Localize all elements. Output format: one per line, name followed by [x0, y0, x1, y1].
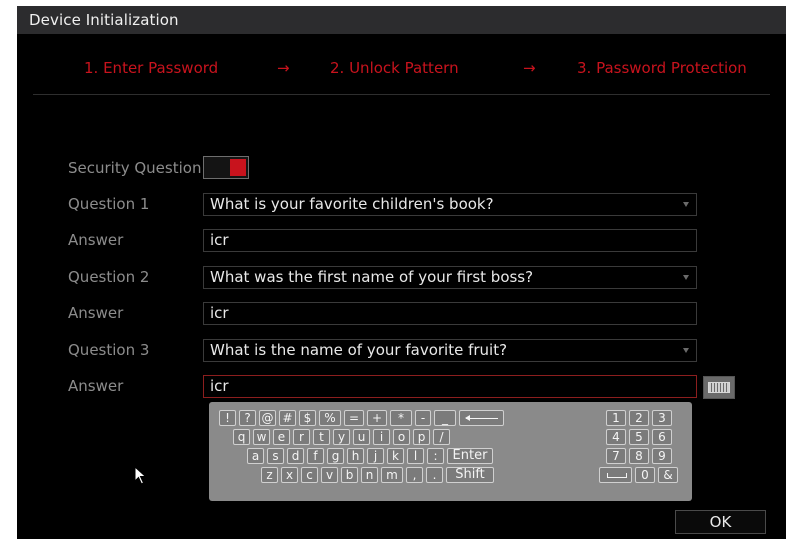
key[interactable]: @ [259, 410, 276, 426]
key[interactable]: = [344, 410, 364, 426]
title-bar: Device Initialization [17, 6, 786, 34]
key[interactable]: & [658, 467, 678, 483]
key[interactable]: 9 [652, 448, 672, 464]
header-divider [33, 94, 770, 95]
key[interactable]: , [406, 467, 423, 483]
backspace-icon [465, 415, 498, 421]
key[interactable]: 2 [629, 410, 649, 426]
key[interactable]: c [301, 467, 318, 483]
key[interactable]: r [293, 429, 310, 445]
answer-1-input[interactable]: icr [203, 229, 697, 252]
answer-3-label: Answer [68, 377, 124, 395]
key[interactable]: b [341, 467, 358, 483]
key[interactable]: # [279, 410, 296, 426]
key[interactable]: . [426, 467, 443, 483]
question-2-value: What was the first name of your first bo… [210, 268, 534, 286]
security-question-toggle[interactable] [203, 156, 249, 179]
answer-2-value: icr [210, 304, 229, 322]
step-unlock-pattern: 2. Unlock Pattern [330, 59, 459, 77]
answer-1-value: icr [210, 231, 229, 249]
question-3-value: What is the name of your favorite fruit? [210, 341, 508, 359]
key[interactable]: j [367, 448, 384, 464]
answer-2-label: Answer [68, 304, 124, 322]
key[interactable]: x [281, 467, 298, 483]
key[interactable]: k [387, 448, 404, 464]
security-question-label: Security Question [68, 159, 202, 177]
question-3-select[interactable]: What is the name of your favorite fruit? [203, 339, 697, 362]
step-arrow-icon: → [523, 59, 536, 77]
chevron-down-icon [683, 348, 689, 353]
step-arrow-icon: → [277, 59, 290, 77]
answer-1-label: Answer [68, 231, 124, 249]
question-1-select[interactable]: What is your favorite children's book? [203, 193, 697, 216]
question-1-label: Question 1 [68, 195, 150, 213]
question-1-value: What is your favorite children's book? [210, 195, 494, 213]
key[interactable]: f [307, 448, 324, 464]
keyboard-glyph [708, 382, 730, 393]
key[interactable]: i [373, 429, 390, 445]
key[interactable]: * [390, 410, 412, 426]
answer-3-input[interactable]: icr [203, 375, 697, 398]
key[interactable]: o [393, 429, 410, 445]
chevron-down-icon [683, 275, 689, 280]
key[interactable]: - [415, 410, 431, 426]
key[interactable]: 1 [606, 410, 626, 426]
question-2-select[interactable]: What was the first name of your first bo… [203, 266, 697, 289]
answer-2-input[interactable]: icr [203, 302, 697, 325]
virtual-keyboard: ! ? @ # $ % = + * - _ q w e r t y u i o … [209, 402, 692, 501]
key[interactable]: y [333, 429, 350, 445]
key[interactable]: n [361, 467, 378, 483]
key[interactable]: % [319, 410, 341, 426]
key[interactable]: d [287, 448, 304, 464]
key[interactable]: u [353, 429, 370, 445]
chevron-down-icon [683, 202, 689, 207]
key[interactable]: t [313, 429, 330, 445]
key[interactable]: z [261, 467, 278, 483]
key[interactable]: g [327, 448, 344, 464]
key[interactable]: + [367, 410, 387, 426]
window-title: Device Initialization [29, 11, 179, 29]
step-password-protection: 3. Password Protection [577, 59, 747, 77]
key[interactable]: e [273, 429, 290, 445]
key[interactable]: ! [219, 410, 236, 426]
question-2-label: Question 2 [68, 268, 150, 286]
keyboard-icon[interactable] [703, 376, 735, 399]
key[interactable]: m [381, 467, 403, 483]
key[interactable]: l [407, 448, 424, 464]
key[interactable]: a [247, 448, 264, 464]
key[interactable]: q [233, 429, 250, 445]
key[interactable]: : [427, 448, 444, 464]
key[interactable]: 6 [652, 429, 672, 445]
ok-button[interactable]: OK [675, 510, 766, 534]
step-enter-password: 1. Enter Password [84, 59, 219, 77]
key[interactable]: _ [434, 410, 456, 426]
key[interactable]: v [321, 467, 338, 483]
space-icon [607, 473, 627, 478]
key[interactable]: 7 [606, 448, 626, 464]
key[interactable]: h [347, 448, 364, 464]
key[interactable]: w [253, 429, 270, 445]
key[interactable]: 4 [606, 429, 626, 445]
key[interactable]: ? [239, 410, 256, 426]
answer-3-value: icr [210, 377, 229, 395]
key[interactable]: p [413, 429, 430, 445]
toggle-knob [230, 159, 246, 176]
mouse-pointer-icon [134, 466, 147, 485]
space-key[interactable] [599, 467, 632, 483]
key[interactable]: s [267, 448, 284, 464]
key[interactable]: 0 [635, 467, 655, 483]
backspace-key[interactable] [459, 410, 504, 426]
key[interactable]: $ [299, 410, 316, 426]
question-3-label: Question 3 [68, 341, 150, 359]
key[interactable]: / [433, 429, 450, 445]
key[interactable]: 3 [652, 410, 672, 426]
key[interactable]: 5 [629, 429, 649, 445]
shift-key[interactable]: Shift [446, 467, 494, 483]
device-initialization-dialog: Device Initialization 1. Enter Password … [17, 6, 786, 539]
enter-key[interactable]: Enter [447, 448, 493, 464]
key[interactable]: 8 [629, 448, 649, 464]
